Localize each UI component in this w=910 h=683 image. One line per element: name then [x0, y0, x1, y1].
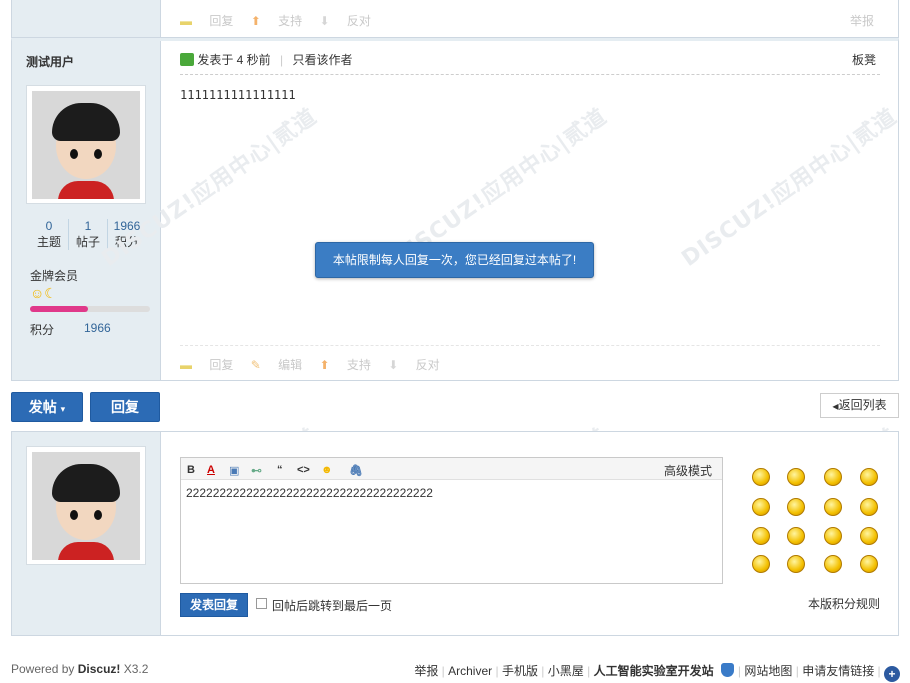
jump-to-last-label: 回帖后跳转到最后一页 — [272, 599, 393, 613]
credit-rules-link[interactable]: 本版积分规则 — [808, 595, 880, 612]
code-icon[interactable]: <> — [297, 464, 310, 476]
reply-action[interactable]: ▬ 回复 — [180, 358, 233, 372]
thumb-down-icon: ⬇ — [319, 14, 333, 28]
smiley-icon[interactable] — [787, 555, 805, 573]
support-action[interactable]: ⬆ 支持 — [251, 14, 302, 28]
smiley-icon[interactable] — [752, 498, 770, 516]
previous-post-actions: ▬ 回复 ⬆ 支持 ⬇ 反对 — [180, 12, 385, 29]
footer-link-archiver[interactable]: Archiver — [448, 664, 492, 678]
font-color-icon[interactable]: A — [207, 464, 215, 476]
shield-icon — [720, 663, 734, 677]
footer-link-blackroom[interactable]: 小黑屋 — [548, 664, 584, 678]
footer-links: 举报 | Archiver | 手机版 | 小黑屋 | 人工智能实验室开发站 |… — [414, 662, 900, 682]
separator: | — [280, 53, 284, 67]
editor-toolbar: B A ▣ ⊷ “ <> ☻ 🖇 高级模式 — [181, 458, 722, 480]
avatar — [32, 452, 140, 560]
reply-icon: ▬ — [180, 358, 196, 372]
oppose-action[interactable]: ⬇ 反对 — [319, 14, 370, 28]
image-icon[interactable]: ▣ — [229, 464, 239, 477]
footer-link-mobile[interactable]: 手机版 — [502, 664, 538, 678]
post-sidebar: 测试用户 0 主题 1 帖子 1966 积分 金牌会员 ☺☾ 积分 1966 — [12, 41, 161, 380]
online-status-icon — [180, 53, 194, 66]
advanced-mode-link[interactable]: 高级模式 — [664, 462, 712, 479]
smiley-icon[interactable] — [752, 468, 770, 486]
thumb-up-icon: ⬆ — [250, 14, 265, 28]
smiley-icon[interactable] — [860, 527, 878, 545]
smiley-icon[interactable] — [824, 527, 842, 545]
chevron-down-icon: ▾ — [60, 404, 66, 414]
post: 测试用户 0 主题 1 帖子 1966 积分 金牌会员 ☺☾ 积分 1966 发表于 … — [11, 38, 899, 381]
previous-post-sidebar — [12, 0, 161, 37]
footer-link-report[interactable]: 举报 — [414, 664, 438, 678]
credit-value: 1966 — [84, 321, 111, 335]
smiley-icon[interactable] — [860, 498, 878, 516]
smiley-icon[interactable] — [787, 498, 805, 516]
reply-icon: ▬ — [180, 14, 196, 28]
fast-reply: B A ▣ ⊷ “ <> ☻ 🖇 高级模式 222222222222222222… — [11, 431, 899, 636]
link-icon[interactable]: ⊷ — [251, 464, 262, 477]
jump-to-last-checkbox[interactable] — [256, 598, 267, 609]
back-to-list-button[interactable]: ◀返回列表 — [820, 393, 899, 418]
reply-button[interactable]: 回复 — [90, 392, 160, 422]
smiley-icon[interactable] — [824, 498, 842, 516]
stat-posts[interactable]: 1 帖子 — [69, 219, 108, 250]
thumb-down-icon: ⬇ — [388, 358, 402, 372]
smiley-icon[interactable] — [787, 468, 805, 486]
post-header: 发表于 4 秒前 | 只看该作者 板凳 — [180, 51, 880, 75]
credit-label: 积分 — [30, 323, 55, 337]
footer-site-name[interactable]: 人工智能实验室开发站 — [594, 664, 714, 678]
avatar — [32, 91, 140, 199]
smiley-icon[interactable] — [824, 468, 842, 486]
smiley-icon[interactable] — [787, 527, 805, 545]
smiley-icon[interactable] — [860, 555, 878, 573]
stat-credits[interactable]: 1966 积分 — [108, 219, 146, 250]
previous-post: ▬ 回复 ⬆ 支持 ⬇ 反对 举报 — [11, 0, 899, 38]
posted-time: 发表于 4 秒前 — [197, 53, 271, 67]
user-level[interactable]: 金牌会员 — [30, 267, 78, 284]
footer-link-sitemap[interactable]: 网站地图 — [744, 664, 792, 678]
support-action[interactable]: ⬆ 支持 — [319, 358, 370, 372]
plus-badge-icon[interactable]: + — [884, 666, 900, 682]
author-name[interactable]: 测试用户 — [26, 53, 74, 70]
powered-by: Powered by Discuz! X3.2 — [11, 662, 149, 676]
only-author-link[interactable]: 只看该作者 — [293, 53, 353, 67]
level-stars-icon: ☺☾ — [30, 285, 57, 301]
thumb-up-icon: ⬆ — [319, 358, 333, 372]
pencil-icon: ✎ — [250, 358, 265, 372]
post-content: 1111111111111111 — [180, 88, 296, 102]
limit-toast: 本帖限制每人回复一次，您已经回复过本帖了! — [315, 242, 594, 278]
fast-reply-sidebar — [12, 432, 161, 635]
smiley-icon[interactable]: ☻ — [321, 464, 333, 476]
new-post-button[interactable]: 发帖 ▾ — [11, 392, 83, 422]
smiley-icon[interactable] — [752, 527, 770, 545]
smiley-icon[interactable] — [824, 555, 842, 573]
discuz-brand-link[interactable]: Discuz! — [78, 662, 121, 676]
user-avatar[interactable] — [26, 446, 146, 565]
oppose-action[interactable]: ⬇ 反对 — [388, 358, 439, 372]
floor-label[interactable]: 板凳 — [852, 51, 876, 68]
bold-icon[interactable]: B — [187, 464, 195, 476]
edit-action[interactable]: ✎ 编辑 — [251, 358, 302, 372]
reply-editor: B A ▣ ⊷ “ <> ☻ 🖇 高级模式 222222222222222222… — [180, 457, 723, 584]
smiley-panel — [752, 468, 882, 588]
submit-reply-button[interactable]: 发表回复 — [180, 593, 248, 617]
smiley-icon[interactable] — [860, 468, 878, 486]
report-link[interactable]: 举报 — [850, 12, 874, 29]
stat-threads[interactable]: 0 主题 — [30, 219, 69, 250]
reply-action[interactable]: ▬ 回复 — [180, 14, 233, 28]
attachment-icon[interactable]: 🖇 — [349, 464, 363, 477]
author-stats: 0 主题 1 帖子 1966 积分 — [30, 219, 146, 250]
footer-link-friend-link[interactable]: 申请友情链接 — [802, 664, 874, 678]
quote-icon[interactable]: “ — [277, 464, 283, 476]
smiley-icon[interactable] — [752, 555, 770, 573]
post-actions: ▬ 回复 ✎ 编辑 ⬆ 支持 ⬇ 反对 — [180, 345, 880, 373]
reply-textarea[interactable]: 2222222222222222222222222222222222222 — [186, 486, 433, 500]
author-avatar[interactable] — [26, 85, 146, 204]
level-progress — [30, 306, 150, 312]
